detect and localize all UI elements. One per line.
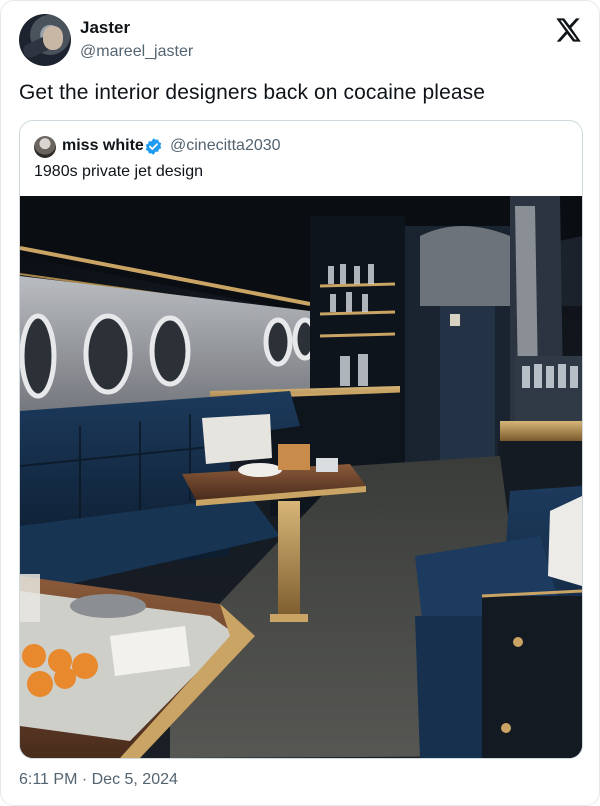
jet-interior-photo[interactable] — [20, 196, 582, 758]
author-name[interactable]: Jaster — [80, 18, 130, 38]
x-logo-icon[interactable] — [554, 16, 582, 44]
verified-badge-icon — [145, 138, 162, 155]
author-handle[interactable]: @mareel_jaster — [80, 43, 193, 61]
tweet-text: Get the interior designers back on cocai… — [19, 81, 486, 104]
tweet-timestamp[interactable]: 6:11 PM · Dec 5, 2024 — [19, 771, 178, 789]
quoted-tweet[interactable]: miss white @cinecitta2030 1980s private … — [19, 120, 583, 759]
tweet-card: Jaster @mareel_jaster Get the interior d… — [0, 0, 600, 806]
jet-interior-illustration — [20, 196, 582, 758]
quoted-tweet-text: 1980s private jet design — [34, 163, 203, 180]
quoted-author-name[interactable]: miss white — [62, 137, 144, 155]
quoted-author-avatar[interactable] — [34, 136, 56, 158]
author-avatar[interactable] — [19, 14, 71, 66]
quoted-author-handle[interactable]: @cinecitta2030 — [170, 137, 281, 155]
